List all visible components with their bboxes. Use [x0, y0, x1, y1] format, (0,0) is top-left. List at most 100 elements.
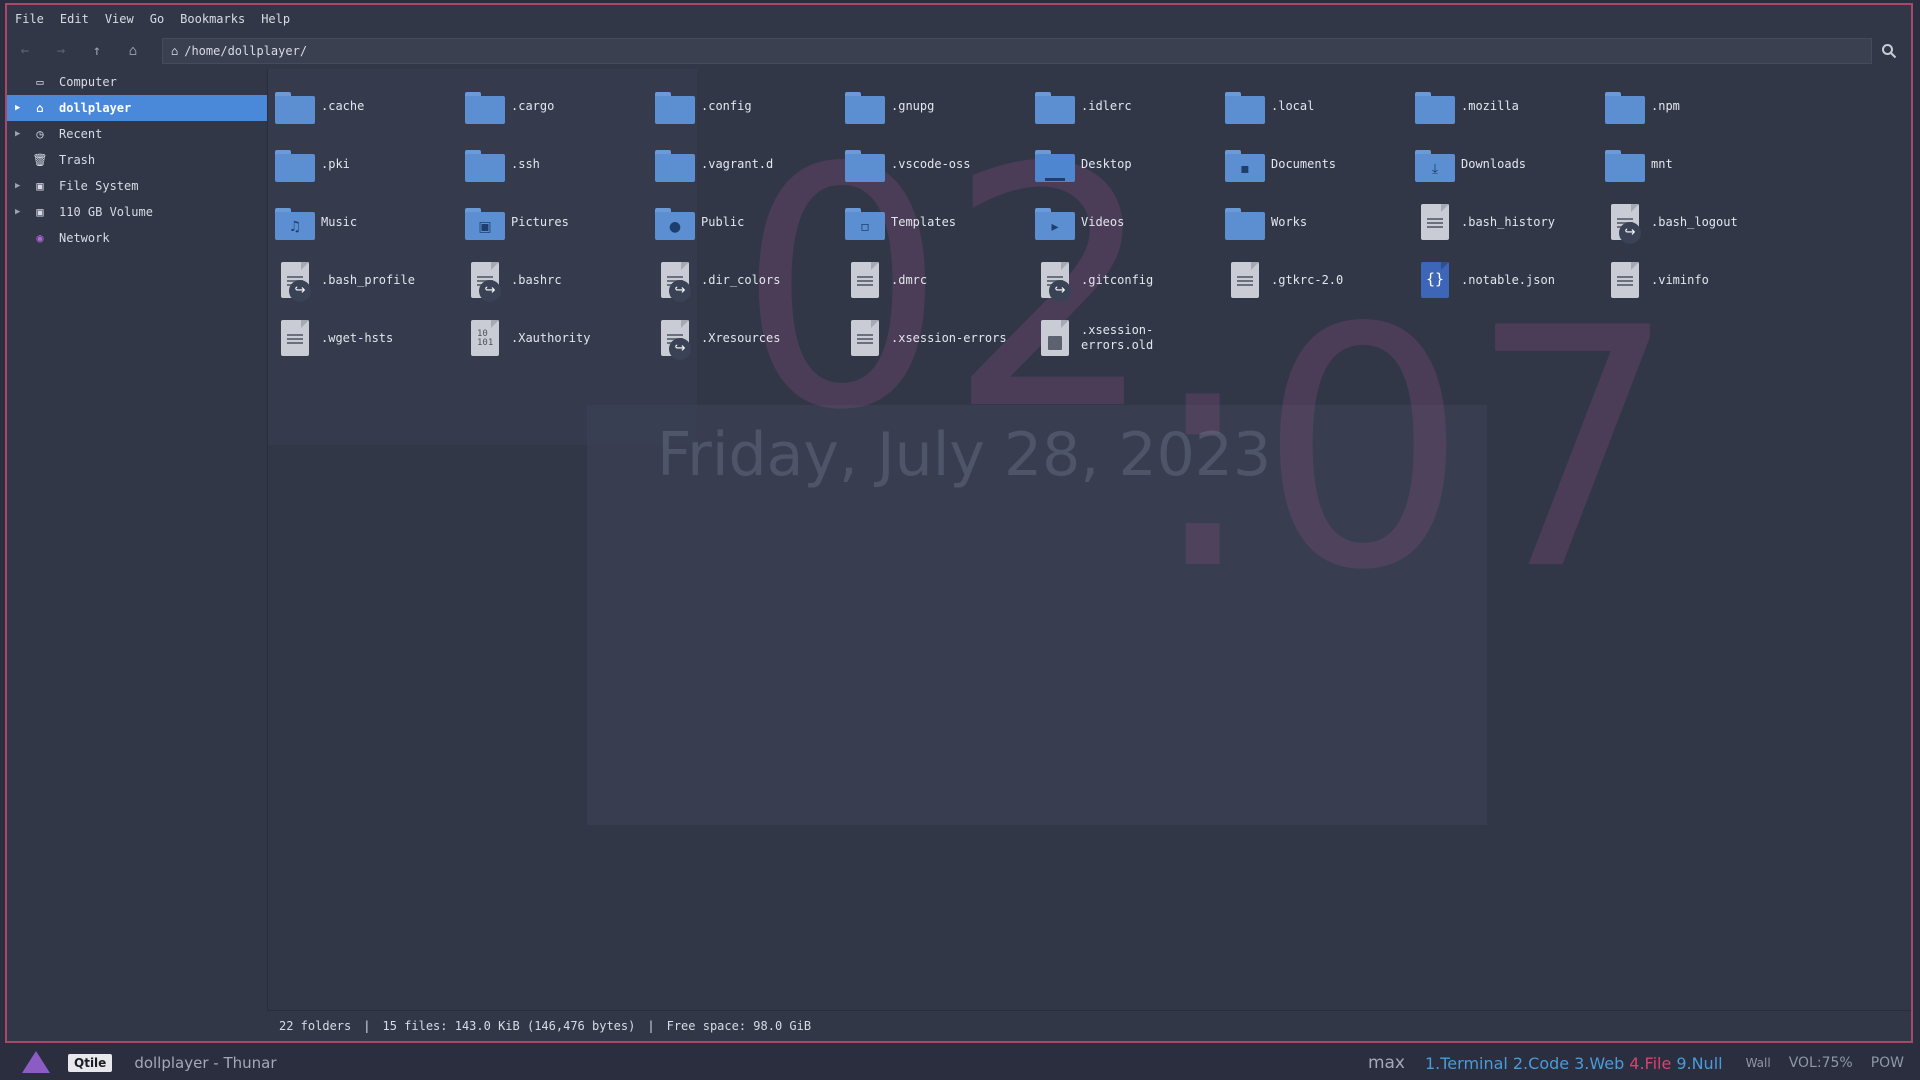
file-name: .xsession-errors [891, 330, 1007, 345]
file-item[interactable]: .viminfo [1605, 251, 1795, 309]
file-item[interactable]: ↪ .dir_colors [655, 251, 845, 309]
file-item[interactable]: .config [655, 77, 845, 135]
menu-file[interactable]: File [7, 12, 52, 26]
file-item[interactable]: .gtkrc-2.0 [1225, 251, 1415, 309]
sidebar-item-file-system[interactable]: ▶ ▣ File System [7, 173, 267, 199]
file-item[interactable]: ↪ .bash_logout [1605, 193, 1795, 251]
expand-arrow-icon[interactable]: ▶ [15, 129, 31, 139]
symlink-file-icon: ↪ [1035, 260, 1075, 302]
menu-go[interactable]: Go [142, 12, 172, 26]
sidebar-item-network[interactable]: ◉ Network [7, 225, 267, 251]
thunar-window: 02 :07 Friday, July 28, 2023 File Edit Vie… [5, 3, 1913, 1043]
status-bar: 22 folders | 15 files: 143.0 KiB (146,47… [267, 1010, 1911, 1041]
file-item[interactable]: .bash_history [1415, 193, 1605, 251]
file-item[interactable]: .cargo [465, 77, 655, 135]
group-null[interactable]: 9.Null [1676, 1054, 1722, 1073]
symlink-file-icon: ↪ [1605, 202, 1645, 244]
sidebar: ▭ Computer ▶ ⌂ dollplayer ▶ ◷ Recent 🗑 Trash ▶ ▣ Fil… [7, 69, 268, 1011]
network-icon: ◉ [36, 231, 44, 245]
file-item[interactable]: .wget-hsts [275, 309, 465, 367]
search-icon [1882, 44, 1897, 59]
file-item[interactable]: .vscode-oss [845, 135, 1035, 193]
file-item[interactable]: .gnupg [845, 77, 1035, 135]
file-item[interactable]: .ssh [465, 135, 655, 193]
symlink-file-icon: ↪ [655, 318, 695, 360]
qtile-logo-icon[interactable] [22, 1051, 56, 1075]
folder-icon [1225, 202, 1265, 242]
file-item[interactable]: ↪ .bash_profile [275, 251, 465, 309]
forward-button[interactable]: → [43, 37, 79, 65]
desktop-folder-icon [1035, 144, 1075, 184]
file-item[interactable]: ↪ .bashrc [465, 251, 655, 309]
file-item[interactable]: .xsession-errors.old [1035, 309, 1225, 367]
drive-icon: ▣ [36, 179, 44, 193]
file-item[interactable]: ▸ Videos [1035, 193, 1225, 251]
file-item[interactable]: Works [1225, 193, 1415, 251]
group-web[interactable]: 3.Web [1574, 1054, 1624, 1073]
file-item[interactable]: ▣ Pictures [465, 193, 655, 251]
folder-icon [1225, 86, 1265, 126]
file-item[interactable]: .idlerc [1035, 77, 1225, 135]
file-item[interactable]: .vagrant.d [655, 135, 845, 193]
search-button[interactable] [1875, 38, 1903, 64]
file-name: .dir_colors [701, 272, 781, 287]
sidebar-item-dollplayer[interactable]: ▶ ⌂ dollplayer [7, 95, 267, 121]
wall-widget[interactable]: Wall [1746, 1056, 1771, 1070]
sidebar-item-110-gb-volume[interactable]: ▶ ▣ 110 GB Volume [7, 199, 267, 225]
file-name: Downloads [1461, 156, 1527, 171]
layout-indicator[interactable]: max [1368, 1053, 1405, 1073]
location-bar[interactable]: ⌂ /home/dollplayer/ [162, 38, 1872, 64]
file-item[interactable]: 10 101 .Xauthority [465, 309, 655, 367]
folder-icon [845, 86, 885, 126]
file-item[interactable]: .cache [275, 77, 465, 135]
folder-icon: ▣ [465, 202, 505, 242]
file-item[interactable]: ⤓ Downloads [1415, 135, 1605, 193]
file-item[interactable]: .pki [275, 135, 465, 193]
trash-icon: 🗑 [32, 153, 48, 167]
file-name: .pki [321, 156, 350, 171]
file-name: .bash_history [1461, 214, 1555, 229]
sidebar-item-label: Recent [59, 127, 103, 141]
group-file[interactable]: 4.File [1629, 1054, 1671, 1073]
file-item[interactable]: .dmrc [845, 251, 1035, 309]
power-widget[interactable]: POW [1871, 1055, 1904, 1071]
clock-icon: ◷ [36, 127, 44, 141]
file-item[interactable]: ♫ Music [275, 193, 465, 251]
expand-arrow-icon[interactable]: ▶ [15, 207, 31, 217]
folder-icon: ▸ [1035, 202, 1075, 242]
file-item[interactable]: {} .notable.json [1415, 251, 1605, 309]
file-item[interactable]: ▪ Documents [1225, 135, 1415, 193]
home-icon: ⌂ [171, 44, 179, 58]
menu-bookmarks[interactable]: Bookmarks [172, 12, 253, 26]
parent-folder-button[interactable]: ↑ [79, 37, 115, 65]
file-item[interactable]: ↪ .Xresources [655, 309, 845, 367]
file-item[interactable]: .xsession-errors [845, 309, 1035, 367]
group-box: 1.Terminal 2.Code 3.Web 4.File 9.Null [1425, 1054, 1728, 1073]
text-file-icon [1605, 260, 1645, 300]
file-item[interactable]: Desktop [1035, 135, 1225, 193]
group-code[interactable]: 2.Code [1513, 1054, 1569, 1073]
sidebar-item-recent[interactable]: ▶ ◷ Recent [7, 121, 267, 147]
file-item[interactable]: ● Public [655, 193, 845, 251]
file-item[interactable]: .npm [1605, 77, 1795, 135]
file-item[interactable]: .mozilla [1415, 77, 1605, 135]
file-item[interactable]: ↪ .gitconfig [1035, 251, 1225, 309]
expand-arrow-icon[interactable]: ▶ [15, 181, 31, 191]
home-button[interactable]: ⌂ [115, 37, 151, 65]
menu-view[interactable]: View [97, 12, 142, 26]
menu-help[interactable]: Help [253, 12, 298, 26]
file-name: .xsession-errors.old [1081, 323, 1154, 352]
volume-widget[interactable]: VOL:75% [1789, 1055, 1853, 1071]
file-item[interactable]: .local [1225, 77, 1415, 135]
expand-arrow-icon[interactable]: ▶ [15, 103, 31, 113]
text-file-icon [1415, 202, 1455, 242]
file-item[interactable]: ▫ Templates [845, 193, 1035, 251]
file-item[interactable]: mnt [1605, 135, 1795, 193]
group-terminal[interactable]: 1.Terminal [1425, 1054, 1508, 1073]
menu-edit[interactable]: Edit [52, 12, 97, 26]
sidebar-item-computer[interactable]: ▭ Computer [7, 69, 267, 95]
sidebar-item-trash[interactable]: 🗑 Trash [7, 147, 267, 173]
back-button[interactable]: ← [7, 37, 43, 65]
file-name: Videos [1081, 214, 1125, 229]
file-name: .idlerc [1081, 98, 1132, 113]
